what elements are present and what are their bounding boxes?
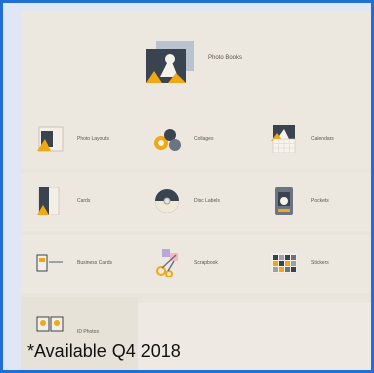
stickers-icon [271,253,297,273]
create-menu-panel: Photo Books Photo Layouts Collages Calen… [21,11,371,370]
photo-books-icon [146,41,194,83]
tile-photo-layouts[interactable]: Photo Layouts [21,111,138,169]
tile-disc-labels[interactable]: Disc Labels [138,173,255,231]
photo-books-label: Photo Books [208,55,243,61]
tile-business-cards[interactable]: Business Cards [21,235,138,293]
id-photos-icon [36,316,64,332]
scrapbook-icon [156,249,178,277]
tile-label: Photo Layouts [77,136,109,142]
photo-layouts-icon [37,126,64,152]
calendar-icon [271,125,296,153]
business-cards-icon [36,254,63,272]
availability-footnote: *Available Q4 2018 [27,341,181,361]
tile-cards[interactable]: Cards [21,173,138,231]
tile-scrapbook[interactable]: Scrapbook [138,235,255,293]
tile-label: Disc Labels [194,198,220,204]
tile-label: Stickers [311,260,329,266]
tile-label: ID Photos [77,329,99,335]
photo-books-tile[interactable]: Photo Books [21,11,371,111]
tile-label: Business Cards [77,260,113,266]
tile-label: Cards [77,198,91,204]
tile-pockets[interactable]: Pockets [255,173,371,231]
tile-stickers[interactable]: Stickers [255,235,371,293]
disc-icon [155,189,179,213]
tile-label: Calendars [311,136,334,142]
collages-icon [154,129,181,151]
pockets-icon [275,187,293,215]
tile-collages[interactable]: Collages [138,111,255,169]
cards-icon [37,187,60,215]
tile-label: Collages [194,136,214,142]
tile-label: Scrapbook [194,260,218,266]
tile-label: Pockets [311,198,329,204]
tile-calendars[interactable]: Calendars [255,111,371,169]
